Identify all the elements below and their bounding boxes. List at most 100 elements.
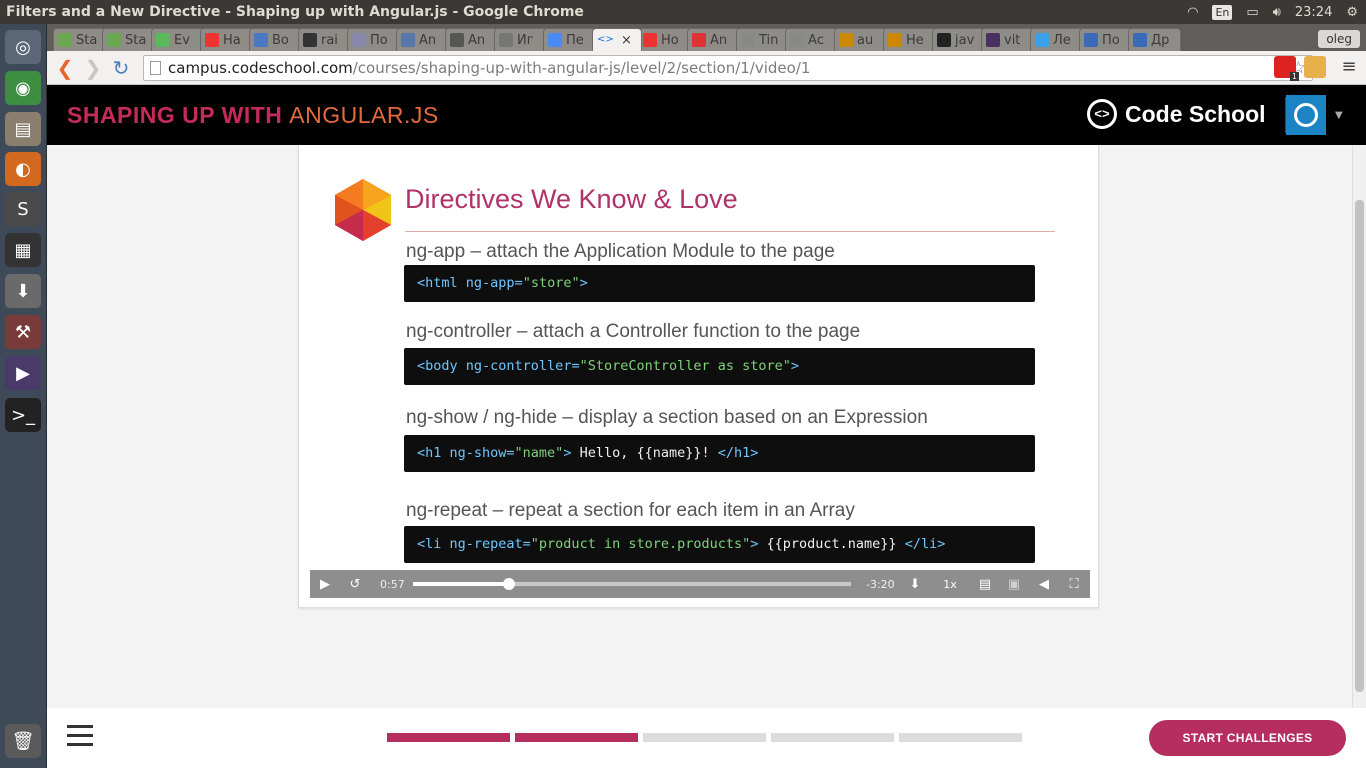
tab-favicon-icon xyxy=(937,33,951,47)
seek-handle[interactable] xyxy=(503,578,516,590)
browser-tab[interactable]: По xyxy=(347,28,400,51)
browser-tab[interactable]: Др xyxy=(1128,28,1181,51)
battery-icon[interactable]: ▭ xyxy=(1246,5,1258,20)
browser-tab[interactable]: Во xyxy=(249,28,302,51)
slide-divider xyxy=(405,231,1055,232)
clock[interactable]: 23:24 xyxy=(1295,5,1332,20)
tab-label: Ev xyxy=(174,32,190,48)
keyboard-layout-indicator[interactable]: En xyxy=(1212,4,1233,20)
terminal-icon[interactable]: >_ xyxy=(5,398,41,432)
browser-tab[interactable]: Пе xyxy=(543,28,596,51)
browser-tab[interactable]: По xyxy=(1079,28,1132,51)
browser-tab[interactable]: Tin xyxy=(736,28,789,51)
wifi-icon[interactable]: ◠ xyxy=(1187,5,1198,20)
code-token: ng-repeat= xyxy=(449,536,531,552)
tab-label: Ле xyxy=(1053,32,1071,48)
system-settings-icon[interactable]: ⚒ xyxy=(5,315,41,349)
browser-tab[interactable]: An xyxy=(687,28,740,51)
tab-favicon-icon xyxy=(107,33,121,47)
progress-segment-todo[interactable] xyxy=(771,733,894,742)
tab-favicon-icon xyxy=(205,33,219,47)
tab-favicon-icon xyxy=(58,33,72,47)
tab-label: Не xyxy=(906,32,924,48)
browser-tab[interactable]: An xyxy=(396,28,449,51)
progress-segment-todo[interactable] xyxy=(899,733,1022,742)
site-header: SHAPING UP WITH ANGULAR.JS <> Code Schoo… xyxy=(47,85,1366,145)
page-icon xyxy=(150,61,161,75)
tab-favicon-icon xyxy=(692,33,706,47)
progress-segment-done[interactable] xyxy=(387,733,510,742)
browser-tab[interactable]: Sta xyxy=(102,28,155,51)
browser-tab[interactable]: Ev xyxy=(151,28,204,51)
browser-tab[interactable]: Ас xyxy=(785,28,838,51)
start-challenges-button[interactable]: START CHALLENGES xyxy=(1149,720,1346,756)
tab-close-icon[interactable]: × xyxy=(621,33,632,48)
browser-tab[interactable]: au xyxy=(834,28,887,51)
code-school-logo[interactable]: <> Code School xyxy=(1087,99,1266,129)
browser-tab[interactable]: An xyxy=(445,28,498,51)
browser-tab[interactable]: jav xyxy=(932,28,985,51)
volume-icon[interactable]: 🔊︎ xyxy=(1273,5,1281,20)
files-icon[interactable]: ▤ xyxy=(5,112,41,146)
forward-button[interactable]: ❯ xyxy=(79,56,107,80)
browser-tab[interactable]: rai xyxy=(298,28,351,51)
hd-icon[interactable]: ▣ xyxy=(999,577,1029,592)
downloader-icon[interactable]: ⬇ xyxy=(5,274,41,308)
browser-tab[interactable]: Ле xyxy=(1030,28,1083,51)
sublime-text-icon[interactable]: S xyxy=(5,192,41,226)
directive-label: ng-show / ng-hide – display a section ba… xyxy=(406,407,928,428)
user-avatar[interactable] xyxy=(1286,95,1326,135)
video-editor-icon[interactable]: ▦ xyxy=(5,233,41,267)
page-scrollbar[interactable] xyxy=(1352,145,1366,708)
tab-label: Tin xyxy=(759,32,779,48)
ubuntu-dash-icon[interactable]: ◎ xyxy=(5,30,41,64)
seek-bar[interactable] xyxy=(413,578,851,590)
chrome-menu-icon[interactable]: ≡ xyxy=(1338,56,1360,78)
directive-label: ng-app – attach the Application Module t… xyxy=(406,241,835,262)
reload-button[interactable]: ↻ xyxy=(107,56,135,80)
back-button[interactable]: ❮ xyxy=(51,56,79,80)
extension-face-icon[interactable] xyxy=(1304,56,1326,78)
speed-button[interactable]: 1x xyxy=(935,578,965,591)
extension-red-icon[interactable]: 1 xyxy=(1274,56,1299,81)
captions-icon[interactable]: ▤ xyxy=(970,577,1000,592)
trash-icon[interactable]: 🗑︎ xyxy=(5,724,41,758)
browser-tab[interactable]: На xyxy=(200,28,253,51)
fullscreen-icon[interactable]: ⛶ xyxy=(1059,577,1089,592)
browser-tab[interactable]: Sta xyxy=(53,28,106,51)
progress-segment-done[interactable] xyxy=(515,733,638,742)
tab-favicon-icon xyxy=(986,33,1000,47)
progress-segment-todo[interactable] xyxy=(643,733,766,742)
play-icon[interactable]: ▶ xyxy=(310,577,340,592)
volume-icon[interactable]: ◀ xyxy=(1029,577,1059,592)
chrome-icon[interactable]: ◉ xyxy=(5,71,41,105)
browser-tab[interactable]: vit xyxy=(981,28,1034,51)
browser-tab[interactable]: <> × xyxy=(592,28,642,51)
video-frame[interactable]: Directives We Know & Love ng-app – attac… xyxy=(310,145,1090,573)
browser-tab[interactable]: Но xyxy=(638,28,691,51)
code-token: Hello, {{name}}! xyxy=(571,445,718,461)
course-title[interactable]: SHAPING UP WITH ANGULAR.JS xyxy=(67,102,439,129)
media-player-icon[interactable]: ▶ xyxy=(5,356,41,390)
chrome-profile-button[interactable]: oleg xyxy=(1318,30,1360,48)
tab-label: An xyxy=(419,32,437,48)
tab-label: rai xyxy=(321,32,338,48)
gear-icon[interactable]: ⚙ xyxy=(1346,5,1358,20)
tab-favicon-icon xyxy=(839,33,853,47)
tab-favicon-icon xyxy=(499,33,513,47)
tab-favicon-icon xyxy=(1035,33,1049,47)
browser-tab[interactable]: Не xyxy=(883,28,936,51)
code-brackets-icon: <> xyxy=(1087,99,1117,129)
firefox-icon[interactable]: ◐ xyxy=(5,152,41,186)
browser-tab[interactable]: Иг xyxy=(494,28,547,51)
download-icon[interactable]: ⬇ xyxy=(900,577,930,592)
code-token: <h1 xyxy=(417,445,450,461)
chevron-down-icon[interactable]: ▼ xyxy=(1335,110,1343,121)
code-token: </li> xyxy=(904,536,946,552)
scrollbar-thumb[interactable] xyxy=(1355,200,1364,692)
replay-icon[interactable]: ↺ xyxy=(340,577,370,592)
address-bar[interactable]: campus.codeschool.com/courses/shaping-up… xyxy=(143,55,1313,81)
code-token: "store" xyxy=(522,275,580,291)
menu-icon[interactable] xyxy=(67,725,93,747)
code-token: ng-show= xyxy=(449,445,515,461)
